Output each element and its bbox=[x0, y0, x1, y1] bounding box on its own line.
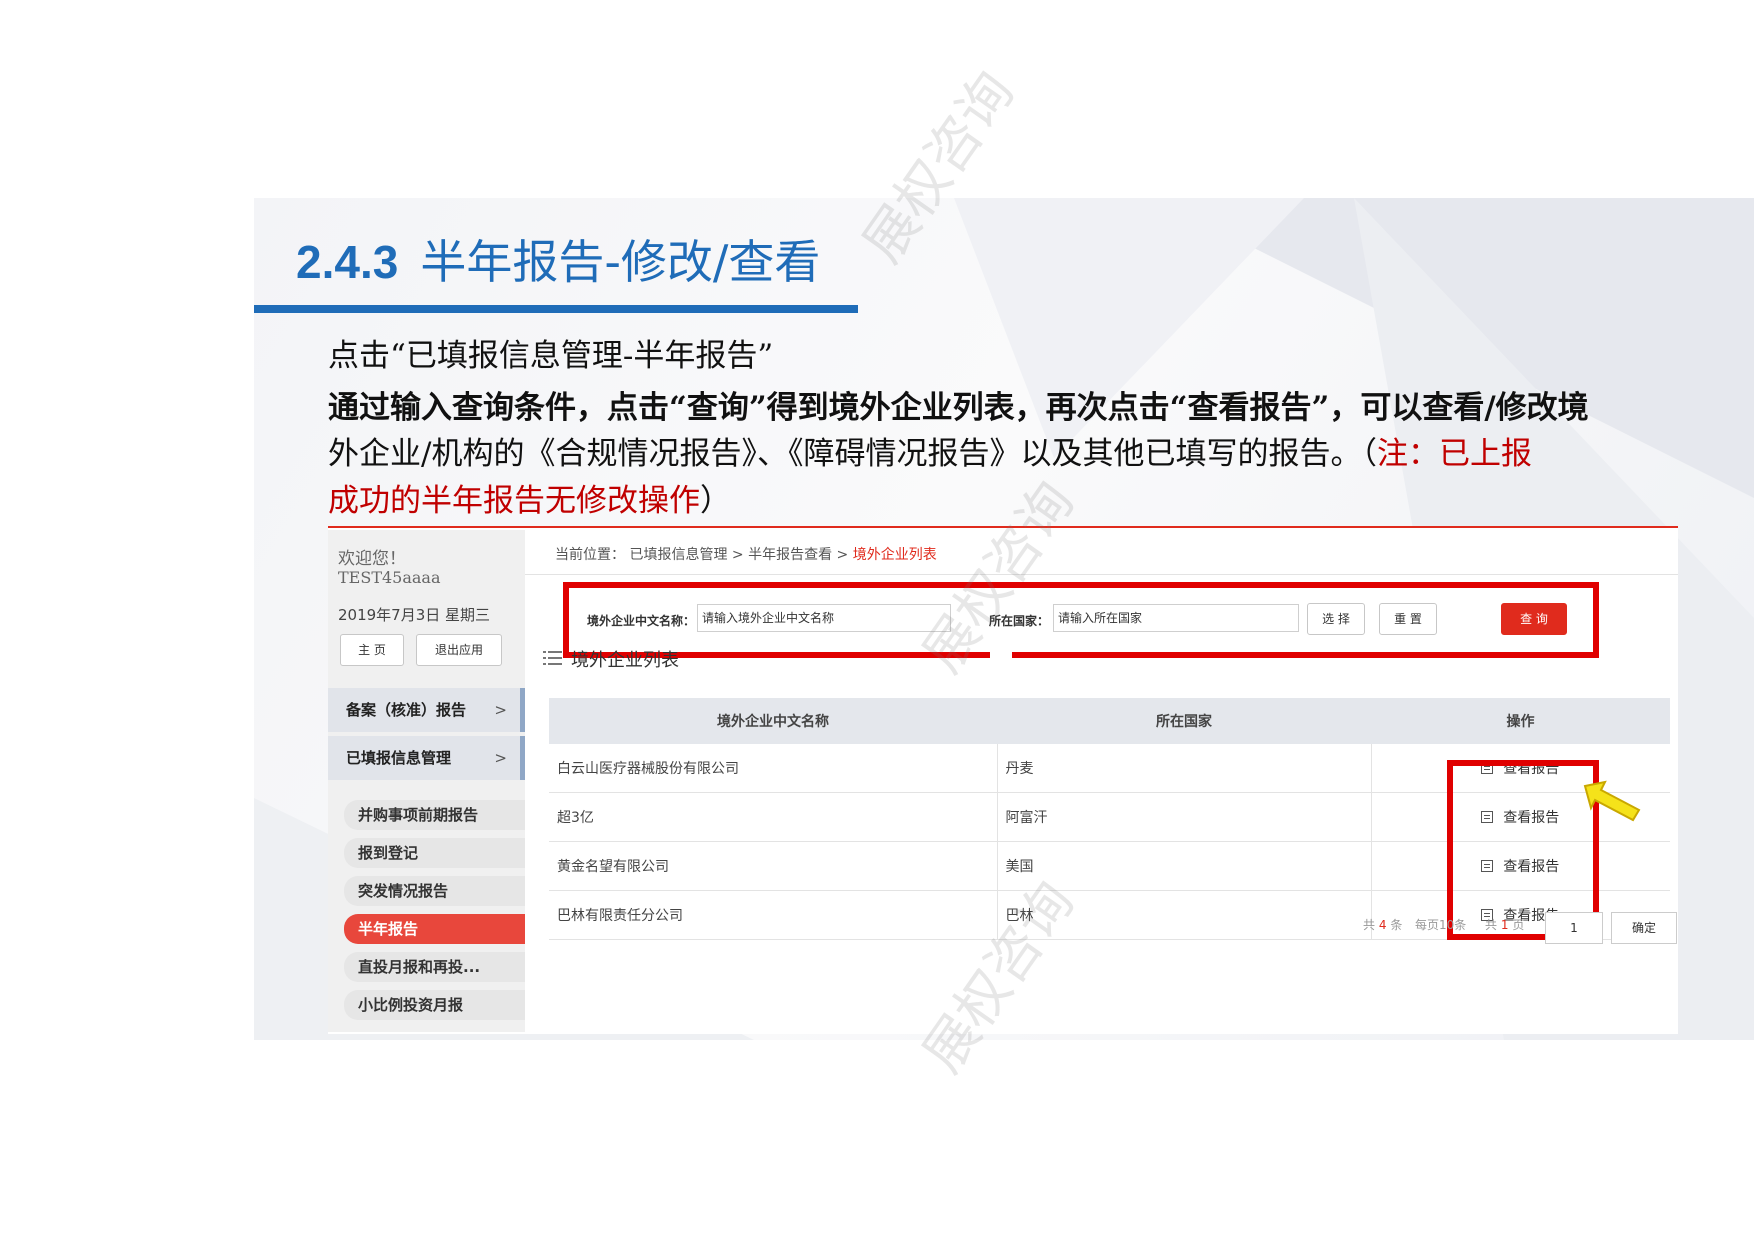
chevron-right-icon: > bbox=[494, 749, 507, 767]
instruction-text-1: 点击“已填报信息管理-半年报告” bbox=[328, 338, 774, 374]
menu-filled-info-label: 已填报信息管理 bbox=[346, 749, 452, 767]
cell-name: 黄金名望有限公司 bbox=[549, 841, 998, 891]
column-header-name: 境外企业中文名称 bbox=[549, 698, 997, 744]
chevron-right-icon: > bbox=[494, 701, 507, 719]
breadcrumb-level2[interactable]: 半年报告查看 bbox=[748, 547, 832, 563]
breadcrumb-level1[interactable]: 已填报信息管理 bbox=[629, 547, 727, 563]
instruction-text-2: 通过输入查询条件，点击“查询”得到境外企业列表，再次点击“查看报告”，可以查看/… bbox=[328, 390, 1589, 426]
sidebar-item-merger-report[interactable]: 并购事项前期报告 bbox=[344, 800, 525, 830]
menu-filing-report[interactable]: 备案（核准）报告 > bbox=[328, 688, 525, 732]
sidebar-item-emergency-report[interactable]: 突发情况报告 bbox=[344, 876, 525, 906]
instruction-line-2: 通过输入查询条件，点击“查询”得到境外企业列表，再次点击“查看报告”，可以查看/… bbox=[328, 382, 1589, 427]
cell-country: 阿富汗 bbox=[997, 792, 1372, 842]
list-title: 境外企业列表 bbox=[571, 650, 679, 671]
title-text: 半年报告-修改/查看 bbox=[420, 235, 821, 289]
pointer-arrow-icon bbox=[1583, 780, 1641, 822]
pager-total: 共 4 条 bbox=[1363, 916, 1402, 933]
divider bbox=[525, 574, 1678, 575]
cell-name: 白云山医疗器械股份有限公司 bbox=[549, 744, 998, 793]
menu-filing-report-label: 备案（核准）报告 bbox=[346, 701, 467, 719]
sidebar-item-small-investment[interactable]: 小比例投资月报 bbox=[344, 990, 525, 1020]
menu-filled-info[interactable]: 已填报信息管理 > bbox=[328, 736, 525, 780]
page-number-input[interactable]: 1 bbox=[1545, 912, 1603, 944]
highlight-gap bbox=[990, 652, 1012, 658]
pager-per-page: 每页10条 bbox=[1415, 918, 1467, 932]
cell-country: 丹麦 bbox=[997, 744, 1372, 793]
breadcrumb-separator: > bbox=[836, 547, 849, 563]
instruction-text-4: ） bbox=[700, 483, 731, 519]
breadcrumb-current: 境外企业列表 bbox=[852, 547, 937, 563]
sidebar: 欢迎您！ TEST45aaaa 2019年7月3日 星期三 主 页 退出应用 备… bbox=[328, 530, 525, 1032]
pager-pages-suffix: 页 bbox=[1512, 918, 1525, 932]
welcome-text: 欢迎您！ bbox=[338, 549, 406, 569]
pager-total-prefix: 共 bbox=[1363, 918, 1376, 932]
home-button[interactable]: 主 页 bbox=[340, 634, 404, 666]
breadcrumb-separator: > bbox=[731, 547, 744, 563]
title-underline bbox=[254, 305, 858, 313]
note-text-1: 注：已上报 bbox=[1376, 436, 1532, 472]
sidebar-item-direct-investment[interactable]: 直投月报和再投... bbox=[344, 952, 525, 982]
pager-pages-count: 1 bbox=[1500, 918, 1509, 932]
instruction-line-1: 点击“已填报信息管理-半年报告” bbox=[328, 330, 773, 375]
username: TEST45aaaa bbox=[338, 568, 441, 587]
pager-pages-prefix: 共 bbox=[1485, 918, 1498, 932]
slide-title: 2.4.3 半年报告-修改/查看 bbox=[296, 226, 820, 292]
column-header-country: 所在国家 bbox=[997, 698, 1371, 744]
logout-button[interactable]: 退出应用 bbox=[416, 634, 502, 666]
instruction-line-3: 外企业/机构的《合规情况报告》、《障碍情况报告》以及其他已填写的报告。（注：已上… bbox=[328, 428, 1532, 473]
table-header: 境外企业中文名称 所在国家 操作 bbox=[549, 698, 1670, 744]
cell-name: 超3亿 bbox=[549, 792, 998, 842]
list-icon bbox=[543, 651, 562, 665]
note-text-2: 成功的半年报告无修改操作 bbox=[328, 483, 700, 519]
current-date: 2019年7月3日 星期三 bbox=[338, 606, 491, 624]
breadcrumb: 当前位置： 已填报信息管理 > 半年报告查看 > 境外企业列表 bbox=[555, 544, 937, 564]
instruction-line-4: 成功的半年报告无修改操作） bbox=[328, 475, 731, 520]
instruction-text-3: 外企业/机构的《合规情况报告》、《障碍情况报告》以及其他已填写的报告。（ bbox=[328, 436, 1377, 472]
pager-total-suffix: 条 bbox=[1390, 918, 1403, 932]
main-content: 当前位置： 已填报信息管理 > 半年报告查看 > 境外企业列表 境外企业中文名称… bbox=[525, 530, 1678, 1032]
cell-name: 巴林有限责任分公司 bbox=[549, 890, 998, 940]
pager-total-count: 4 bbox=[1378, 918, 1387, 932]
title-number: 2.4.3 bbox=[296, 236, 399, 288]
breadcrumb-prefix: 当前位置： bbox=[555, 547, 625, 563]
column-header-operation: 操作 bbox=[1371, 698, 1670, 744]
pager-pages: 共 1 页 bbox=[1485, 916, 1524, 933]
page-confirm-button[interactable]: 确定 bbox=[1611, 912, 1677, 944]
sidebar-item-semiannual-report[interactable]: 半年报告 bbox=[344, 914, 525, 944]
query-highlight-box bbox=[563, 582, 1599, 658]
sidebar-item-registration[interactable]: 报到登记 bbox=[344, 838, 525, 868]
